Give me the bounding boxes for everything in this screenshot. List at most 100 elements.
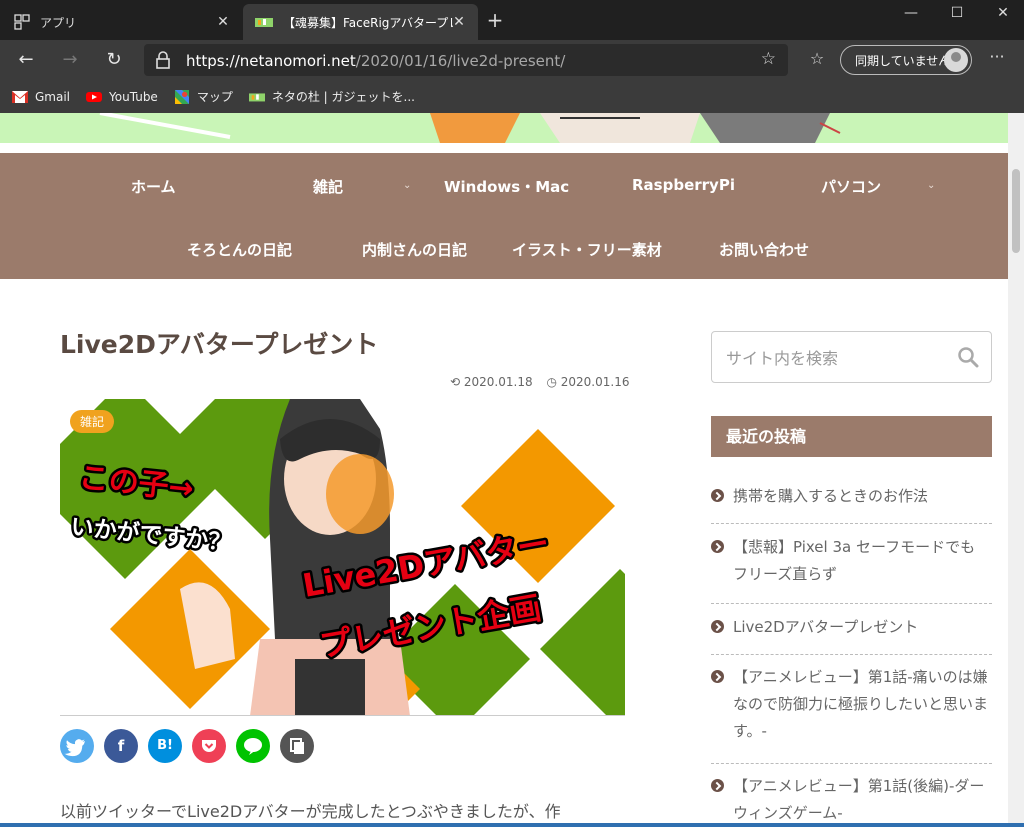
recent-post-item[interactable]: Live2Dアバタープレゼント [711,614,992,655]
facebook-icon: f [117,737,125,755]
back-icon[interactable]: ← [12,46,40,74]
hero-text-line1: この子→ [77,460,195,507]
post-dates: ⟲ 2020.01.18 ◷ 2020.01.16 [450,375,629,389]
nav-contact[interactable]: お問い合わせ [719,239,809,260]
close-icon[interactable]: ✕ [214,13,232,31]
chevron-down-icon: ⌄ [403,180,412,191]
refresh-icon[interactable]: ↻ [100,46,128,74]
recent-posts-heading: 最近の投稿 [711,416,992,457]
url-text: https://netanomori.net/2020/01/16/live2d… [186,52,565,70]
line-icon [244,738,262,755]
recent-post-title: 【悲報】Pixel 3a セーフモードでもフリーズ直らず [733,538,976,583]
tab-title: 【魂募集】FaceRigアバタープレゼント [283,15,453,30]
hero-text-line4: プレゼント企画 [317,589,544,665]
search-icon[interactable] [957,346,979,368]
pocket-icon [202,740,216,752]
chevron-right-icon [711,670,724,683]
chevron-down-icon: ⌄ [927,180,936,191]
nav-illust[interactable]: イラスト・フリー素材 [512,239,662,260]
hero-caption: この子→ いかがですか？ Live2Dアバター プレゼント企画 [67,458,555,668]
pocket-share-button[interactable] [192,729,226,763]
sync-label: 同期していません [855,53,951,68]
header-banner-image [0,113,1008,143]
updated-date: 2020.01.18 [463,375,533,389]
hero-image: 雑記 この子→ いかがですか？ Live2Dアバター プレゼント企画 [60,399,625,716]
address-bar[interactable]: https://netanomori.net/2020/01/16/live2d… [144,44,788,76]
sync-button[interactable]: 同期していません [840,45,972,75]
twitter-share-button[interactable] [60,729,94,763]
page-title: Live2Dアバタープレゼント [60,330,379,359]
close-icon[interactable]: ✕ [450,13,468,31]
site-search [711,331,992,383]
maximize-button[interactable]: ☐ [934,0,980,28]
hatena-share-button[interactable]: B! [148,729,182,763]
recent-post-title: 【アニメレビュー】第1話(後編)-ダーウィンズゲーム- [733,777,985,822]
bookmark-label: マップ [196,90,233,104]
nav-windows-mac[interactable]: Windows・Mac [444,176,569,197]
twitter-icon [64,739,85,757]
chevron-right-icon [711,540,724,553]
more-menu-icon[interactable]: ··· [984,46,1010,72]
close-window-button[interactable]: ✕ [980,0,1024,28]
facebook-share-button[interactable]: f [104,729,138,763]
title-bar: アプリ ✕ 【魂募集】FaceRigアバタープレゼント ✕ + — ☐ ✕ [0,0,1024,40]
search-input[interactable] [726,346,956,370]
taskbar-edge [0,823,1024,827]
recent-post-item[interactable]: 【アニメレビュー】第1話-痛いのは嫌なので防御力に極振りしたいと思います。- [711,664,992,764]
bookmark-site[interactable]: ネタの杜 | ガジェットを... [248,88,415,105]
hatena-icon: B! [157,738,173,753]
scrollbar-thumb[interactable] [1012,169,1020,253]
recent-post-item[interactable]: 携帯を購入するときのお作法 [711,483,992,524]
minimize-button[interactable]: — [888,0,934,28]
avatar [944,48,968,72]
chevron-right-icon [711,779,724,792]
copy-share-button[interactable] [280,729,314,763]
gmail-icon [12,90,28,103]
star-icon[interactable]: ☆ [761,49,776,69]
nav-soroton-diary[interactable]: そろとんの日記 [187,239,292,260]
site-favicon-icon [255,18,273,27]
bookmark-youtube[interactable]: YouTube [86,90,158,104]
tab-apps[interactable]: アプリ ✕ [0,4,242,40]
main-nav: ホーム 雑記 ⌄ Windows・Mac RaspberryPi パソコン ⌄ … [0,153,1008,279]
hero-text-line2: いかがですか？ [69,513,232,557]
recent-post-title: 【アニメレビュー】第1話-痛いのは嫌なので防御力に極振りしたいと思います。- [733,668,989,740]
clock-icon: ◷ [546,375,557,389]
bookmark-maps[interactable]: マップ [174,88,233,105]
published-date: 2020.01.16 [560,375,630,389]
tab-title: アプリ [40,15,77,30]
youtube-icon [86,91,103,102]
bookmark-gmail[interactable]: Gmail [12,90,70,104]
nav-home[interactable]: ホーム [131,176,176,197]
nav-zakki[interactable]: 雑記 [313,176,343,197]
url-path: /2020/01/16/live2d-present/ [355,52,566,70]
tab-article[interactable]: 【魂募集】FaceRigアバタープレゼント ✕ [243,4,478,40]
web-page: ホーム 雑記 ⌄ Windows・Mac RaspberryPi パソコン ⌄ … [0,113,1008,827]
maps-icon [174,89,189,104]
line-share-button[interactable] [236,729,270,763]
lock-icon [156,51,170,69]
forward-icon[interactable]: → [56,46,84,74]
apps-icon [14,14,30,30]
copy-icon [290,738,304,754]
recent-post-title: 携帯を購入するときのお作法 [733,487,929,505]
favorites-icon[interactable]: ☆ [804,46,830,72]
bookmark-label: YouTube [109,89,158,104]
page-scrollbar[interactable] [1008,113,1024,827]
nav-raspberrypi[interactable]: RaspberryPi [632,176,735,194]
updated-icon: ⟲ [450,375,461,389]
nav-naisei-diary[interactable]: 内制さんの日記 [362,239,467,260]
url-host: https://netanomori.net [186,52,356,70]
chevron-right-icon [711,489,724,502]
recent-post-item[interactable]: 【アニメレビュー】第1話(後編)-ダーウィンズゲーム- [711,773,992,827]
bookmark-label: Gmail [35,89,71,104]
recent-post-title: Live2Dアバタープレゼント [733,618,919,636]
chevron-right-icon [711,620,724,633]
new-tab-icon[interactable]: + [484,10,506,32]
site-icon [248,92,265,101]
article-body: 以前ツイッターでLive2Dアバターが完成したとつぶやきましたが、作 [60,802,561,821]
bookmark-label: ネタの杜 | ガジェットを... [271,90,415,104]
nav-pc[interactable]: パソコン [821,176,881,197]
recent-post-item[interactable]: 【悲報】Pixel 3a セーフモードでもフリーズ直らず [711,534,992,604]
bookmarks-bar: Gmail YouTube マップ ネタの杜 | ガジェットを... [0,80,1024,113]
